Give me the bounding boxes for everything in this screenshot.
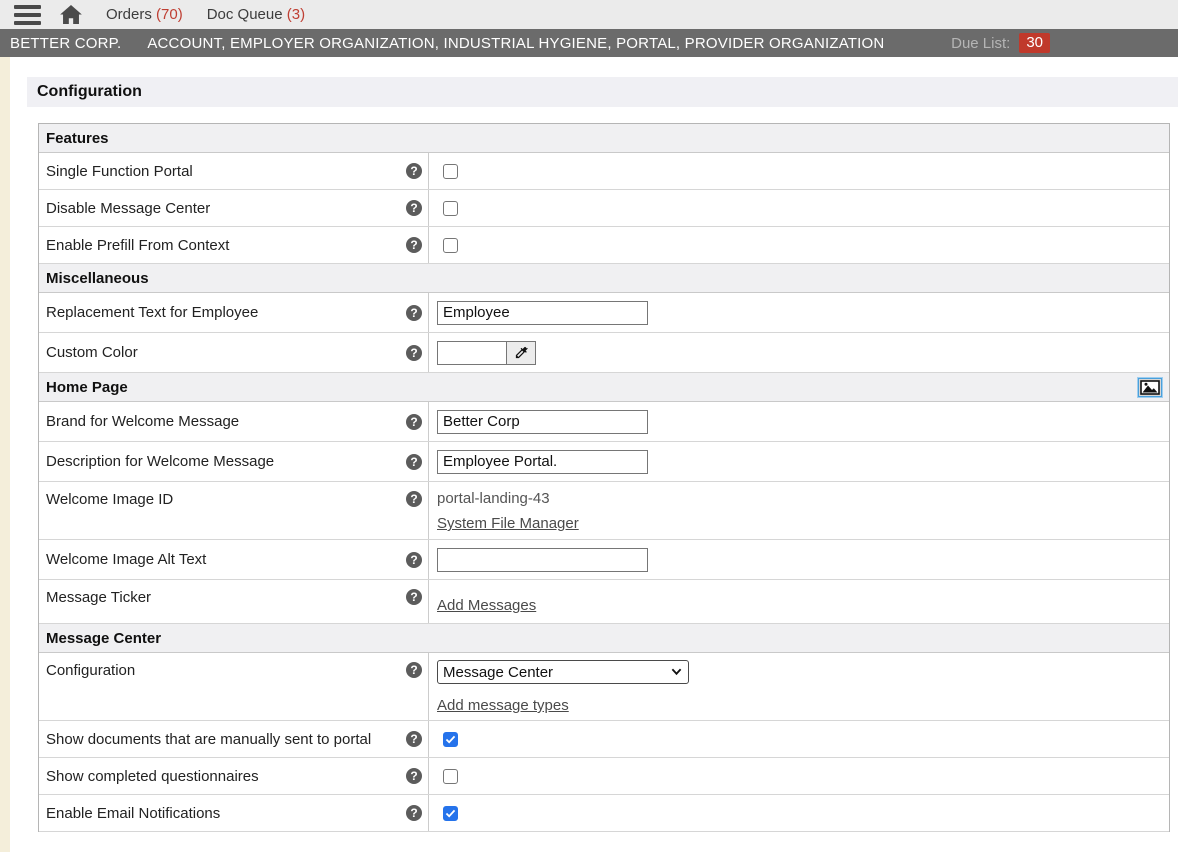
row-welcome-image-id: Welcome Image ID ? portal-landing-43 Sys…	[39, 482, 1169, 540]
section-title: Home Page	[46, 379, 128, 396]
orders-link[interactable]: Orders (70)	[106, 6, 183, 23]
row-label: Replacement Text for Employee	[46, 304, 258, 321]
enable-email-notifications-checkbox[interactable]	[443, 806, 458, 821]
page-title: Configuration	[27, 77, 1178, 107]
home-icon[interactable]	[60, 5, 82, 24]
help-icon[interactable]: ?	[406, 662, 422, 678]
help-icon[interactable]: ?	[406, 731, 422, 747]
row-label: Enable Prefill From Context	[46, 237, 229, 254]
row-single-function-portal: Single Function Portal ?	[39, 153, 1169, 190]
help-icon[interactable]: ?	[406, 805, 422, 821]
help-icon[interactable]: ?	[406, 305, 422, 321]
row-label: Disable Message Center	[46, 200, 210, 217]
due-list-count-badge[interactable]: 30	[1019, 33, 1050, 53]
show-completed-questionnaires-checkbox[interactable]	[443, 769, 458, 784]
row-show-completed-questionnaires: Show completed questionnaires ?	[39, 758, 1169, 795]
help-icon[interactable]: ?	[406, 237, 422, 253]
section-header-miscellaneous: Miscellaneous	[39, 264, 1169, 293]
help-icon[interactable]: ?	[406, 552, 422, 568]
orders-count: (70)	[156, 6, 183, 23]
row-label: Single Function Portal	[46, 163, 193, 180]
show-documents-checkbox[interactable]	[443, 732, 458, 747]
doc-queue-link[interactable]: Doc Queue (3)	[207, 6, 305, 23]
brand-welcome-input[interactable]	[437, 410, 648, 434]
due-list-label: Due List:	[951, 35, 1010, 52]
row-disable-message-center: Disable Message Center ?	[39, 190, 1169, 227]
section-title: Message Center	[46, 630, 161, 647]
welcome-image-alt-input[interactable]	[437, 548, 648, 572]
row-label: Show documents that are manually sent to…	[46, 731, 371, 748]
row-label: Configuration	[46, 662, 135, 679]
eyedropper-button[interactable]	[507, 341, 536, 365]
help-icon[interactable]: ?	[406, 200, 422, 216]
row-custom-color: Custom Color ?	[39, 333, 1169, 373]
add-message-types-link[interactable]: Add message types	[437, 697, 569, 714]
message-center-configuration-select[interactable]: Message Center	[437, 660, 689, 684]
help-icon[interactable]: ?	[406, 345, 422, 361]
left-edge-strip	[0, 57, 10, 852]
row-label: Show completed questionnaires	[46, 768, 259, 785]
row-welcome-image-alt-text: Welcome Image Alt Text ?	[39, 540, 1169, 580]
disable-message-center-checkbox[interactable]	[443, 201, 458, 216]
row-label: Description for Welcome Message	[46, 453, 274, 470]
replacement-text-input[interactable]	[437, 301, 648, 325]
help-icon[interactable]: ?	[406, 163, 422, 179]
row-message-center-configuration: Configuration ? Message Center Add messa…	[39, 653, 1169, 721]
row-label: Message Ticker	[46, 589, 151, 606]
section-title: Features	[46, 130, 109, 147]
description-welcome-input[interactable]	[437, 450, 648, 474]
row-label: Welcome Image ID	[46, 491, 173, 508]
single-function-portal-checkbox[interactable]	[443, 164, 458, 179]
main-content: Configuration Features Single Function P…	[27, 77, 1178, 832]
section-header-home-page: Home Page	[39, 373, 1169, 402]
add-messages-link[interactable]: Add Messages	[437, 597, 536, 614]
help-icon[interactable]: ?	[406, 768, 422, 784]
eyedropper-icon	[514, 345, 529, 360]
row-label: Custom Color	[46, 344, 138, 361]
section-title: Miscellaneous	[46, 270, 149, 287]
due-list: Due List: 30	[951, 33, 1050, 53]
image-icon	[1140, 380, 1160, 395]
top-bar: Orders (70) Doc Queue (3)	[0, 0, 1178, 29]
section-header-message-center: Message Center	[39, 624, 1169, 653]
doc-queue-count: (3)	[287, 6, 305, 23]
row-brand-for-welcome-message: Brand for Welcome Message ?	[39, 402, 1169, 442]
row-label: Welcome Image Alt Text	[46, 551, 206, 568]
row-label: Enable Email Notifications	[46, 805, 220, 822]
orders-label: Orders	[106, 6, 152, 23]
menu-icon[interactable]	[14, 5, 41, 25]
row-replacement-text-for-employee: Replacement Text for Employee ?	[39, 293, 1169, 333]
row-show-documents-manually-sent: Show documents that are manually sent to…	[39, 721, 1169, 758]
help-icon[interactable]: ?	[406, 589, 422, 605]
row-enable-prefill-from-context: Enable Prefill From Context ?	[39, 227, 1169, 264]
system-file-manager-link[interactable]: System File Manager	[437, 515, 579, 532]
configuration-table: Features Single Function Portal ? Disabl…	[38, 123, 1170, 832]
welcome-image-id-value: portal-landing-43	[437, 490, 1161, 507]
doc-queue-label: Doc Queue	[207, 6, 283, 23]
context-brand: BETTER CORP.	[10, 35, 121, 52]
row-enable-email-notifications: Enable Email Notifications ?	[39, 795, 1169, 832]
home-page-image-button[interactable]	[1138, 378, 1162, 397]
custom-color-input[interactable]	[437, 341, 507, 365]
help-icon[interactable]: ?	[406, 414, 422, 430]
context-categories: ACCOUNT, EMPLOYER ORGANIZATION, INDUSTRI…	[147, 35, 884, 52]
help-icon[interactable]: ?	[406, 454, 422, 470]
help-icon[interactable]: ?	[406, 491, 422, 507]
row-message-ticker: Message Ticker ? Add Messages	[39, 580, 1169, 624]
enable-prefill-from-context-checkbox[interactable]	[443, 238, 458, 253]
row-label: Brand for Welcome Message	[46, 413, 239, 430]
section-header-features: Features	[39, 124, 1169, 153]
context-bar: BETTER CORP. ACCOUNT, EMPLOYER ORGANIZAT…	[0, 29, 1178, 57]
row-description-for-welcome-message: Description for Welcome Message ?	[39, 442, 1169, 482]
